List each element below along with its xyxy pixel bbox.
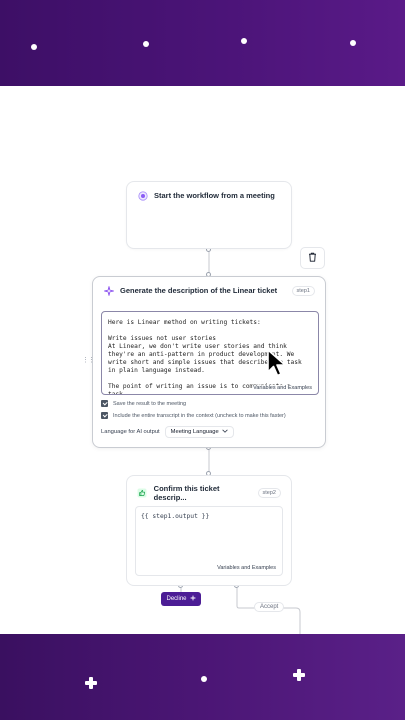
- language-row: Language for AI output Meeting Language: [101, 426, 234, 438]
- variables-examples-link[interactable]: Variables and Examples: [252, 385, 313, 391]
- decline-button[interactable]: Decline: [161, 592, 201, 606]
- dot-decoration: [31, 44, 37, 50]
- dot-decoration: [143, 41, 149, 47]
- trigger-title: Start the workflow from a meeting: [154, 191, 275, 200]
- plus-decoration: [85, 677, 97, 689]
- plus-icon: [190, 595, 196, 603]
- plus-decoration: [293, 669, 305, 681]
- include-transcript-label: Include the entire transcript in the con…: [113, 412, 286, 419]
- decline-label: Decline: [166, 596, 187, 602]
- generate-title: Generate the description of the Linear t…: [120, 286, 278, 295]
- trash-icon: [308, 249, 317, 267]
- generate-description-card[interactable]: Generate the description of the Linear t…: [92, 276, 326, 448]
- language-value: Meeting Language: [170, 429, 219, 435]
- save-result-checkbox-row[interactable]: Save the result to the meeting: [101, 400, 186, 407]
- bottom-banner: [0, 634, 405, 720]
- confirm-title: Confirm this ticket descrip...: [153, 484, 220, 502]
- confirm-message-input[interactable]: {{ step1.output }} Variables and Example…: [135, 506, 283, 576]
- step-badge: step1: [291, 285, 315, 296]
- language-label: Language for AI output: [101, 429, 160, 435]
- trigger-card[interactable]: Start the workflow from a meeting: [126, 181, 292, 249]
- target-icon: [137, 190, 148, 201]
- chevron-down-icon: [222, 429, 228, 435]
- confirm-ticket-card[interactable]: Confirm this ticket descrip... step2 {{ …: [126, 475, 292, 586]
- dot-decoration: [241, 38, 247, 44]
- step-badge: step2: [257, 488, 281, 498]
- dot-decoration: [201, 676, 207, 682]
- dot-decoration: [350, 40, 356, 46]
- variables-examples-link[interactable]: Variables and Examples: [216, 565, 277, 571]
- accept-branch-label[interactable]: Accept: [254, 602, 285, 612]
- save-result-label: Save the result to the meeting: [113, 400, 187, 407]
- top-banner: [0, 0, 405, 86]
- include-transcript-checkbox-row[interactable]: Include the entire transcript in the con…: [101, 412, 286, 419]
- mouse-pointer-icon: [266, 348, 290, 383]
- confirm-code: {{ step1.output }}: [141, 513, 210, 520]
- save-result-checkbox[interactable]: [101, 400, 108, 407]
- workflow-canvas: Start the workflow from a meeting ⋮⋮ Gen…: [0, 86, 405, 634]
- include-transcript-checkbox[interactable]: [101, 412, 108, 419]
- language-select[interactable]: Meeting Language: [164, 426, 234, 438]
- delete-step-button[interactable]: [300, 247, 325, 269]
- sparkle-icon: [103, 285, 114, 296]
- thumbs-up-icon: [137, 488, 148, 499]
